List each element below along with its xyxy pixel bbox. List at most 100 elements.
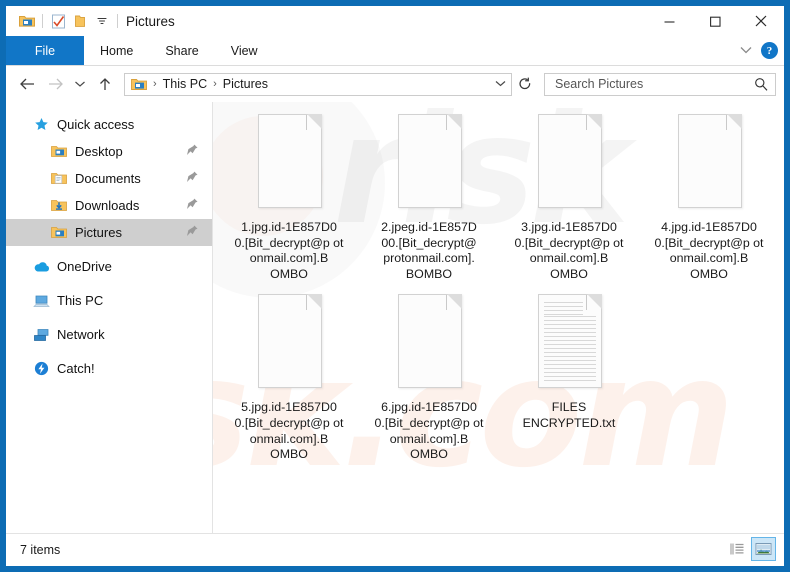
search-box[interactable] — [544, 72, 776, 96]
blank-file-icon — [250, 292, 328, 392]
file-item-4[interactable]: 4.jpg.id-1E857D0 0.[Bit_decrypt@p otonma… — [639, 108, 779, 288]
navigation-pane: Quick access Desktop Documents Downloads… — [6, 102, 213, 533]
item-count: 7 items — [20, 543, 61, 557]
catch-app-icon — [32, 361, 50, 377]
sidebar-item-desktop[interactable]: Desktop — [6, 138, 212, 165]
sidebar-label-this-pc: This PC — [57, 293, 104, 308]
onedrive-cloud-icon — [32, 259, 50, 275]
file-item-1[interactable]: 1.jpg.id-1E857D0 0.[Bit_decrypt@p otonma… — [219, 108, 359, 288]
maximize-button[interactable] — [692, 6, 738, 36]
file-label: 3.jpg.id-1E857D0 0.[Bit_decrypt@p otonma… — [514, 220, 624, 281]
toolbar-divider — [42, 14, 43, 28]
ribbon-right-controls: ? — [739, 36, 778, 65]
address-bar[interactable]: › This PC › Pictures — [124, 72, 512, 96]
breadcrumb-pictures[interactable]: Pictures — [221, 77, 270, 91]
tab-view[interactable]: View — [215, 36, 274, 65]
search-input[interactable] — [553, 76, 751, 92]
sidebar-item-documents[interactable]: Documents — [6, 165, 212, 192]
pin-icon-pictures[interactable] — [187, 225, 198, 240]
large-icons-view-button[interactable] — [751, 537, 776, 561]
file-grid: 1.jpg.id-1E857D0 0.[Bit_decrypt@p otonma… — [213, 102, 784, 469]
file-label: 1.jpg.id-1E857D0 0.[Bit_decrypt@p otonma… — [234, 220, 344, 281]
pin-icon-downloads[interactable] — [187, 198, 198, 213]
sidebar-label-catch: Catch! — [57, 361, 95, 376]
sidebar-label-quick-access: Quick access — [57, 117, 135, 132]
this-pc-icon — [32, 293, 50, 309]
tab-home[interactable]: Home — [84, 36, 149, 65]
sidebar-item-this-pc[interactable]: This PC — [6, 287, 212, 314]
help-icon[interactable]: ? — [761, 42, 778, 59]
customize-qat-icon[interactable] — [91, 10, 113, 32]
sidebar-label-onedrive: OneDrive — [57, 259, 112, 274]
file-item-5[interactable]: 5.jpg.id-1E857D0 0.[Bit_decrypt@p otonma… — [219, 288, 359, 468]
recent-locations-button[interactable] — [70, 71, 90, 97]
tab-file[interactable]: File — [6, 36, 84, 65]
minimize-button[interactable] — [646, 6, 692, 36]
up-button[interactable] — [92, 71, 118, 97]
search-icon[interactable] — [751, 77, 771, 91]
toolbar-divider-2 — [117, 14, 118, 28]
pin-icon-desktop[interactable] — [187, 144, 198, 159]
window-title: Pictures — [126, 13, 175, 29]
breadcrumb: › This PC › Pictures — [131, 77, 491, 91]
file-item-6[interactable]: 6.jpg.id-1E857D0 0.[Bit_decrypt@p otonma… — [359, 288, 499, 468]
folder-documents-icon — [50, 171, 68, 187]
pin-icon-documents[interactable] — [187, 171, 198, 186]
text-file-icon — [530, 292, 608, 392]
sidebar-item-downloads[interactable]: Downloads — [6, 192, 212, 219]
sidebar-gap-2 — [6, 280, 212, 287]
forward-button[interactable] — [42, 71, 68, 97]
sidebar-item-catch[interactable]: Catch! — [6, 355, 212, 382]
view-toggle-group — [724, 537, 776, 561]
sidebar-gap-3 — [6, 314, 212, 321]
file-item-3[interactable]: 3.jpg.id-1E857D0 0.[Bit_decrypt@p otonma… — [499, 108, 639, 288]
blank-file-icon — [250, 112, 328, 212]
chevron-down-icon[interactable] — [739, 42, 753, 60]
blank-file-icon — [530, 112, 608, 212]
file-item-7[interactable]: FILES ENCRYPTED.txt — [499, 288, 639, 468]
breadcrumb-this-pc[interactable]: This PC — [161, 77, 209, 91]
breadcrumb-separator-1: › — [213, 78, 217, 90]
breadcrumb-separator-0: › — [153, 78, 157, 90]
file-label: 5.jpg.id-1E857D0 0.[Bit_decrypt@p otonma… — [234, 400, 344, 462]
sidebar-item-quick-access[interactable]: Quick access — [6, 111, 212, 138]
star-icon — [32, 117, 50, 133]
folder-pictures-icon — [50, 225, 68, 241]
title-bar: Pictures — [6, 6, 784, 36]
back-button[interactable] — [14, 71, 40, 97]
folder-icon — [16, 10, 38, 32]
sidebar-label-documents: Documents — [75, 171, 141, 186]
tab-share[interactable]: Share — [149, 36, 214, 65]
blank-file-icon — [390, 112, 468, 212]
close-button[interactable] — [738, 6, 784, 36]
network-icon — [32, 327, 50, 343]
blank-file-icon — [390, 292, 468, 392]
file-label: 4.jpg.id-1E857D0 0.[Bit_decrypt@p otonma… — [654, 220, 764, 281]
sidebar-item-pictures[interactable]: Pictures — [6, 219, 212, 246]
refresh-icon[interactable] — [514, 73, 536, 95]
window-controls — [646, 6, 784, 36]
sidebar-gap-4 — [6, 348, 212, 355]
file-list-pane[interactable]: risk risk.com 1.jpg.id-1E857D0 0.[Bit_de… — [213, 102, 784, 533]
new-folder-icon[interactable] — [69, 10, 91, 32]
sidebar-item-network[interactable]: Network — [6, 321, 212, 348]
folder-desktop-icon — [50, 144, 68, 160]
blank-file-icon — [670, 112, 748, 212]
explorer-window: Pictures File Home Share View ? › This P… — [0, 0, 790, 572]
folder-properties-icon[interactable] — [47, 10, 69, 32]
file-label: 6.jpg.id-1E857D0 0.[Bit_decrypt@p otonma… — [374, 400, 484, 462]
status-bar: 7 items — [6, 533, 784, 566]
breadcrumb-folder-icon — [131, 78, 147, 91]
sidebar-gap-1 — [6, 246, 212, 253]
sidebar-label-network: Network — [57, 327, 105, 342]
quick-access-toolbar — [16, 10, 122, 32]
address-dropdown-icon[interactable] — [491, 79, 509, 90]
file-label: 2.jpeg.id-1E857D 00.[Bit_decrypt@ proton… — [381, 220, 477, 281]
sidebar-label-downloads: Downloads — [75, 198, 140, 213]
address-bar-row: › This PC › Pictures — [6, 66, 784, 102]
sidebar-item-onedrive[interactable]: OneDrive — [6, 253, 212, 280]
file-label: FILES ENCRYPTED.txt — [522, 400, 616, 430]
file-item-2[interactable]: 2.jpeg.id-1E857D 00.[Bit_decrypt@ proton… — [359, 108, 499, 288]
folder-downloads-icon — [50, 198, 68, 214]
details-view-button[interactable] — [724, 537, 749, 561]
